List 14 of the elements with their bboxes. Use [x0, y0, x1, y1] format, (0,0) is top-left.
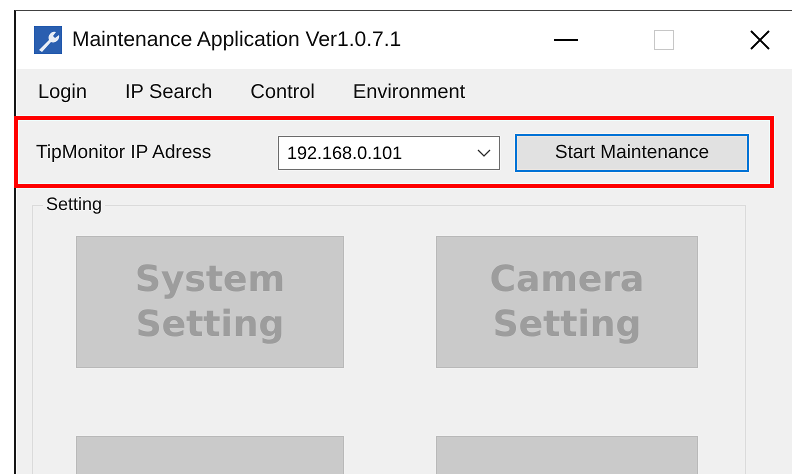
start-maintenance-button[interactable]: Start Maintenance: [515, 134, 749, 172]
menu-item[interactable]: IP Search: [124, 81, 212, 117]
wrench-icon: [34, 26, 62, 54]
close-icon[interactable]: [750, 30, 770, 50]
ip-address-combo[interactable]: 192.168.0.101: [278, 136, 500, 170]
menu-item[interactable]: Login: [38, 81, 87, 117]
menu-item[interactable]: Control: [250, 81, 315, 117]
group-title: Setting: [43, 194, 106, 215]
ip-address-label: TipMonitor IP Adress: [36, 142, 212, 164]
menu-item[interactable]: Environment: [352, 81, 466, 117]
minimize-icon[interactable]: [554, 38, 578, 42]
window-title: Maintenance Application Ver1.0.7.1: [72, 28, 402, 52]
maximize-icon[interactable]: [654, 30, 674, 50]
chevron-down-icon: [477, 149, 491, 157]
